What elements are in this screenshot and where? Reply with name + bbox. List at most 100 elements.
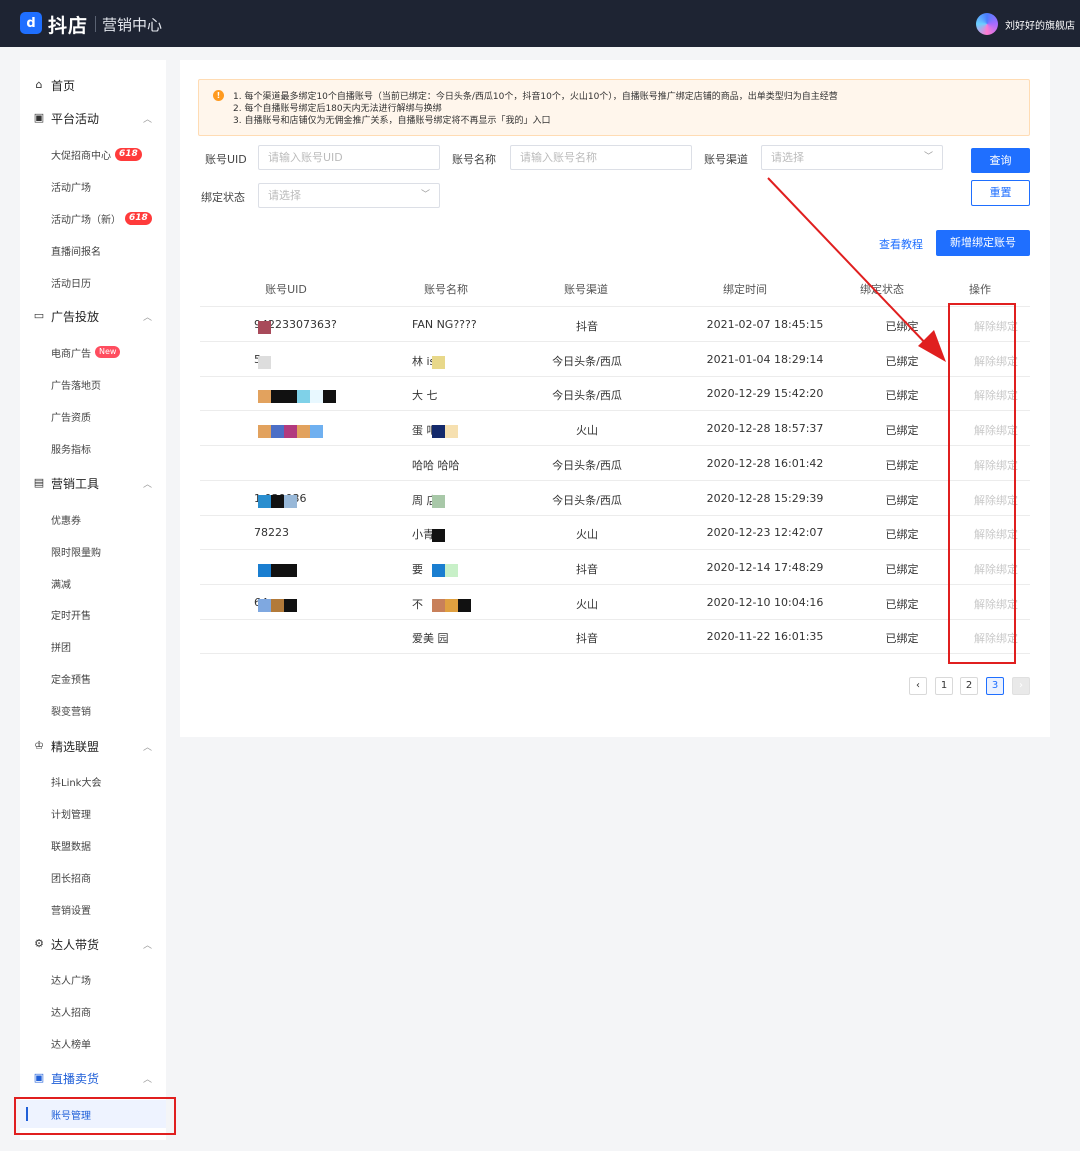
home-icon: ⌂ [35,78,43,91]
column-header-operation: 操作 [969,283,991,296]
sidebar-item-full-reduction[interactable]: 满减 [51,574,71,592]
sidebar-item-coupon[interactable]: 优惠券 [51,510,81,528]
sidebar-item-activity-square[interactable]: 活动广场 [51,177,91,195]
sidebar-item-viral-marketing[interactable]: 裂变营销 [51,701,91,719]
cell-bind-time: 2020-12-28 15:29:39 [706,491,824,505]
sidebar-item-service-metrics[interactable]: 服务指标 [51,439,91,457]
main-panel: ! 1. 每个渠道最多绑定10个自播账号（当前已绑定：今日头条/西瓜10个，抖音… [180,60,1050,737]
sidebar-group-alliance[interactable]: ♔ 精选联盟 ︿ [20,735,166,757]
privacy-mosaic [310,425,323,439]
privacy-mosaic [445,563,458,577]
cell-bind-time: 2020-12-28 16:01:42 [706,456,824,470]
sidebar-group-platform-activity[interactable]: ▣ 平台活动 ︿ [20,107,166,129]
sidebar-item-leader-recruit[interactable]: 团长招商 [51,868,91,886]
privacy-mosaic [284,494,297,508]
sidebar-item-promo-center[interactable]: 大促招商中心 618 [51,145,142,163]
sidebar-item-label: 广告落地页 [51,380,101,392]
add-bound-account-button[interactable]: 新增绑定账号 [936,230,1030,256]
sidebar-item-influencer-ranking[interactable]: 达人榜单 [51,1034,91,1052]
column-header-bind-time: 绑定时间 [723,283,767,296]
sidebar-item-influencer-square[interactable]: 达人广场 [51,970,91,988]
privacy-mosaic [271,390,284,404]
sidebar-item-influencer-recruit[interactable]: 达人招商 [51,1002,91,1020]
table-row: 5林 ise今日头条/西瓜2021-01-04 18:29:14已绑定解除绑定 [200,342,1030,377]
sidebar-item-landing-page[interactable]: 广告落地页 [51,375,101,393]
sidebar-group-live-selling[interactable]: ▣ 直播卖货 ︿ [20,1067,166,1089]
table-row: 爱美 园抖音 2020-11-22 16:01:35 已绑定 解除绑定 [200,619,1030,655]
sidebar-item-label: 服务指标 [51,444,91,456]
sidebar-item-timed-sale[interactable]: 定时开售 [51,605,91,623]
pagination-page-3[interactable]: 3 [986,677,1004,695]
gear-icon: ⚙ [34,937,44,950]
pagination-page-2[interactable]: 2 [960,677,978,695]
shop-name[interactable]: 刘好好的旗舰店 [1005,17,1075,32]
ad-icon: ▭ [33,309,45,322]
sidebar-item-label: 定时开售 [51,610,91,622]
sidebar-item-label: 抖Link大会 [51,777,102,789]
notice-banner: ! 1. 每个渠道最多绑定10个自播账号（当前已绑定：今日头条/西瓜10个，抖音… [198,79,1030,136]
sidebar-item-label: 联盟数据 [51,841,91,853]
sidebar-item-label: 限时限量购 [51,547,101,559]
pagination-prev-button[interactable]: ‹ [909,677,927,695]
sidebar-item-label: 活动日历 [51,278,91,290]
pagination-page-1[interactable]: 1 [935,677,953,695]
select-placeholder: 请选择 [771,151,804,164]
sidebar-item-live-signup[interactable]: 直播间报名 [51,241,101,259]
tools-icon: ▤ [33,476,45,489]
name-input[interactable]: 请输入账号名称 [510,145,692,170]
live-icon: ▣ [33,1071,45,1084]
sidebar-group-marketing-tools[interactable]: ▤ 营销工具 ︿ [20,472,166,494]
top-bar: d 抖店 营销中心 刘好好的旗舰店 [0,0,1080,47]
reset-button[interactable]: 重置 [971,180,1030,206]
table-row: 要抖音 2020-12-14 17:48:29 已绑定 解除绑定 [200,550,1030,585]
cell-name: 哈哈 哈哈 [412,458,460,472]
privacy-mosaic [297,390,310,404]
cell-bind-status: 已绑定 [885,528,919,542]
sidebar-item-activity-square-new[interactable]: 活动广场（新） 618 [51,209,152,227]
table-row: 蛋 吧火山 2020-12-28 18:57:37 已绑定 解除绑定 [200,411,1030,447]
cell-name: 大 七 [412,389,438,403]
table-row: 大 七今日头条/西瓜 2020-12-29 15:42:20 已绑定 解除绑定 [200,376,1030,412]
cell-bind-time: 2020-11-22 16:01:35 [706,630,824,644]
brand-subtitle: 营销中心 [102,16,163,34]
sidebar-item-plan-management[interactable]: 计划管理 [51,804,91,822]
tutorial-link[interactable]: 查看教程 [879,236,923,252]
chevron-down-icon: ﹀ [420,190,430,200]
douyin-shop-logo-icon[interactable]: d [20,12,42,34]
uid-input[interactable]: 请输入账号UID [258,145,440,170]
sidebar-item-label: 广告资质 [51,412,91,424]
sidebar-item-alliance-data[interactable]: 联盟数据 [51,836,91,854]
privacy-mosaic [271,598,284,612]
channel-label: 账号渠道 [704,153,748,166]
sidebar-item-activity-calendar[interactable]: 活动日历 [51,273,91,291]
shop-avatar[interactable] [976,13,998,35]
cell-bind-status: 已绑定 [885,354,919,368]
sidebar-item-ad-qualification[interactable]: 广告资质 [51,407,91,425]
cell-name: 爱美 园 [412,632,449,646]
sidebar-item-group-buy[interactable]: 拼团 [51,637,71,655]
sidebar-item-ecom-ads[interactable]: 电商广告 New [51,343,121,361]
cell-name: FAN NG???? [412,318,477,331]
chevron-up-icon: ︿ [142,1074,152,1085]
channel-select[interactable]: 请选择 ﹀ [761,145,943,170]
privacy-mosaic [258,598,271,612]
chevron-up-icon: ︿ [142,114,152,125]
sidebar-item-home[interactable]: ⌂ 首页 [20,74,166,96]
cell-channel: 今日头条/西瓜 [552,354,622,368]
privacy-mosaic [258,355,271,369]
pagination-next-button[interactable]: › [1012,677,1030,695]
sidebar-group-ads[interactable]: ▭ 广告投放 ︿ [20,305,166,327]
cell-bind-status: 已绑定 [885,458,919,472]
chevron-down-icon: ﹀ [923,152,933,162]
name-label: 账号名称 [452,153,496,166]
status-select[interactable]: 请选择 ﹀ [258,183,440,208]
query-button[interactable]: 查询 [971,148,1030,173]
sidebar-group-influencer[interactable]: ⚙ 达人带货 ︿ [20,933,166,955]
sidebar-item-dou-link[interactable]: 抖Link大会 [51,772,101,790]
sidebar-item-deposit-presale[interactable]: 定金预售 [51,669,91,687]
sidebar-item-flash-sale[interactable]: 限时限量购 [51,542,101,560]
privacy-mosaic [284,425,297,439]
sidebar-item-marketing-settings[interactable]: 营销设置 [51,900,91,918]
sidebar-group-label: 广告投放 [51,309,100,324]
column-header-name: 账号名称 [424,283,468,296]
